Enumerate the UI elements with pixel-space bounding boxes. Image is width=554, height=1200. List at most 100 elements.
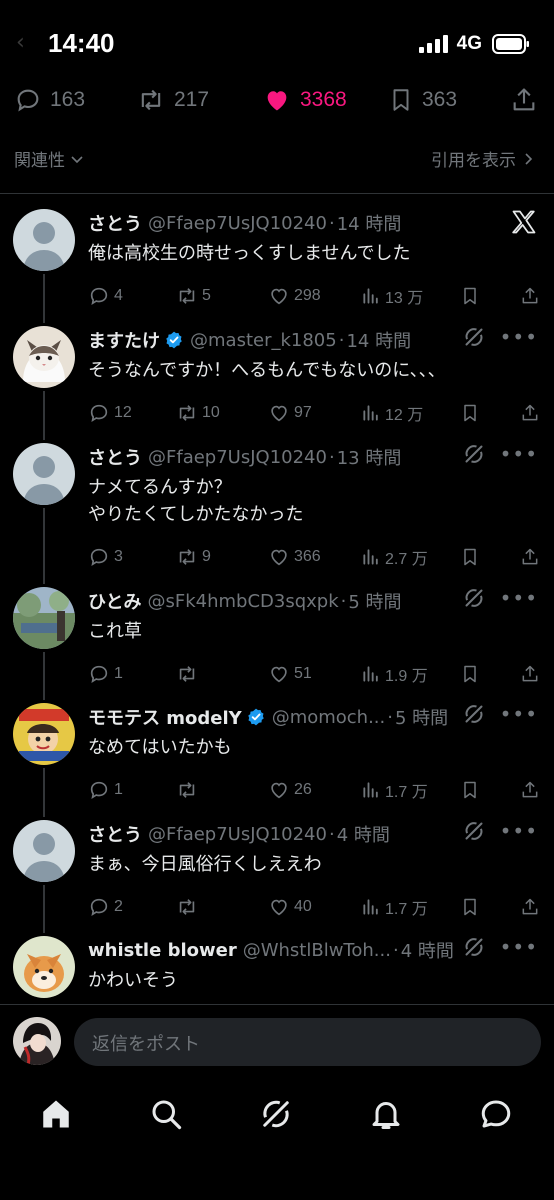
grok-icon[interactable] <box>462 935 486 959</box>
bookmark-button[interactable] <box>460 283 480 309</box>
grok-icon[interactable] <box>462 325 486 349</box>
share-button[interactable] <box>520 777 540 803</box>
share-button[interactable] <box>520 661 540 687</box>
user-handle[interactable]: @Ffaep7UsJQ10240 <box>148 447 327 468</box>
display-name[interactable]: さとう <box>88 821 142 847</box>
x-logo-icon[interactable] <box>510 208 538 236</box>
timestamp[interactable]: 14 時間 <box>337 210 402 236</box>
reply-text: かわいそう <box>88 967 534 994</box>
like-button[interactable]: 51 <box>268 661 312 687</box>
view-count: 1.7 万 <box>385 784 428 801</box>
reply-count-button[interactable]: 163 <box>14 78 85 122</box>
bookmark-count-button[interactable]: 363 <box>388 78 457 122</box>
views-button[interactable]: 13 万 <box>361 283 423 309</box>
like-button[interactable]: 26 <box>268 777 312 803</box>
tab-home[interactable] <box>38 1096 74 1132</box>
bookmark-button[interactable] <box>460 661 480 687</box>
reply-input[interactable]: 返信をポスト <box>74 1018 541 1066</box>
more-options-icon[interactable]: ••• <box>500 821 538 841</box>
share-button[interactable] <box>510 78 538 122</box>
repost-button[interactable] <box>176 777 202 803</box>
timestamp[interactable]: 4 時間 <box>337 821 390 847</box>
display-name[interactable]: whistle blower <box>88 940 237 961</box>
like-count-button[interactable]: 3368 <box>262 78 347 122</box>
display-name[interactable]: さとう <box>88 444 142 470</box>
more-options-icon[interactable]: ••• <box>500 937 538 957</box>
back-chevron-icon[interactable]: ‹ <box>16 30 25 55</box>
like-count: 97 <box>294 404 312 421</box>
network-type: 4G <box>456 33 482 54</box>
reply-button[interactable]: 1 <box>88 661 123 687</box>
avatar[interactable] <box>13 209 75 271</box>
share-button[interactable] <box>520 283 540 309</box>
timestamp[interactable]: 5 時間 <box>395 704 448 730</box>
display-name[interactable]: ひとみ <box>88 588 141 614</box>
like-button[interactable]: 97 <box>268 400 312 426</box>
tab-notifications[interactable] <box>368 1096 404 1132</box>
user-handle[interactable]: @sFk4hmbCD3sqxpk <box>147 591 338 612</box>
like-button[interactable]: 366 <box>268 544 321 570</box>
repost-button[interactable]: 10 <box>176 400 220 426</box>
more-options-icon[interactable]: ••• <box>500 444 538 464</box>
avatar[interactable] <box>13 587 75 649</box>
repost-button[interactable] <box>176 894 202 920</box>
timestamp[interactable]: 5 時間 <box>348 588 401 614</box>
repost-button[interactable]: 5 <box>176 283 211 309</box>
timestamp[interactable]: 13 時間 <box>337 444 402 470</box>
user-handle[interactable]: @Ffaep7UsJQ10240 <box>148 824 327 845</box>
repost-count-button[interactable]: 217 <box>136 78 209 122</box>
tab-grok[interactable] <box>258 1096 294 1132</box>
timestamp[interactable]: 14 時間 <box>346 327 411 353</box>
views-button[interactable]: 1.7 万 <box>361 894 428 920</box>
my-avatar[interactable] <box>13 1017 61 1065</box>
grok-icon[interactable] <box>462 702 486 726</box>
share-button[interactable] <box>520 894 540 920</box>
more-options-icon[interactable]: ••• <box>500 588 538 608</box>
avatar[interactable] <box>13 703 75 765</box>
views-icon <box>363 782 378 798</box>
view-quotes-link[interactable]: 引用を表示 <box>431 146 536 171</box>
display-name[interactable]: モモテス modelY <box>88 704 242 730</box>
display-name[interactable]: ますたけ <box>88 327 160 353</box>
repost-button[interactable] <box>176 661 202 687</box>
views-button[interactable]: 2.7 万 <box>361 544 428 570</box>
tab-search[interactable] <box>148 1096 184 1132</box>
repost-button[interactable]: 9 <box>176 544 211 570</box>
reply-button[interactable]: 12 <box>88 400 132 426</box>
bookmark-button[interactable] <box>460 400 480 426</box>
user-handle[interactable]: @master_k1805 <box>190 330 337 351</box>
more-options-icon[interactable]: ••• <box>500 327 538 347</box>
grok-icon[interactable] <box>462 819 486 843</box>
bookmark-button[interactable] <box>460 894 480 920</box>
reply-text-line: まぁ、今日風俗行くしええわ <box>88 854 322 875</box>
sort-dropdown[interactable]: 関連性 <box>14 146 85 171</box>
bookmark-button[interactable] <box>460 544 480 570</box>
like-button[interactable]: 298 <box>268 283 321 309</box>
reply-button[interactable]: 4 <box>88 283 123 309</box>
avatar[interactable] <box>13 820 75 882</box>
grok-icon[interactable] <box>462 586 486 610</box>
user-handle[interactable]: @momoch... <box>272 707 386 728</box>
avatar[interactable] <box>13 936 75 998</box>
user-handle[interactable]: @WhstlBlwToh... <box>243 940 391 961</box>
share-button[interactable] <box>520 400 540 426</box>
grok-icon[interactable] <box>462 442 486 466</box>
reply-button[interactable]: 2 <box>88 894 123 920</box>
views-button[interactable]: 12 万 <box>361 400 423 426</box>
timestamp[interactable]: 4 時間 <box>401 937 454 963</box>
avatar[interactable] <box>13 326 75 388</box>
user-handle[interactable]: @Ffaep7UsJQ10240 <box>148 213 327 234</box>
more-options-icon[interactable]: ••• <box>500 704 538 724</box>
avatar[interactable] <box>13 443 75 505</box>
share-button[interactable] <box>520 544 540 570</box>
like-button[interactable]: 40 <box>268 894 312 920</box>
reply-button[interactable]: 1 <box>88 777 123 803</box>
views-button[interactable]: 1.9 万 <box>361 661 428 687</box>
repost-icon <box>179 899 195 915</box>
views-button[interactable]: 1.7 万 <box>361 777 428 803</box>
repost-count: 5 <box>202 287 211 304</box>
bookmark-button[interactable] <box>460 777 480 803</box>
tab-messages[interactable] <box>478 1096 514 1132</box>
reply-button[interactable]: 3 <box>88 544 123 570</box>
display-name[interactable]: さとう <box>88 210 142 236</box>
